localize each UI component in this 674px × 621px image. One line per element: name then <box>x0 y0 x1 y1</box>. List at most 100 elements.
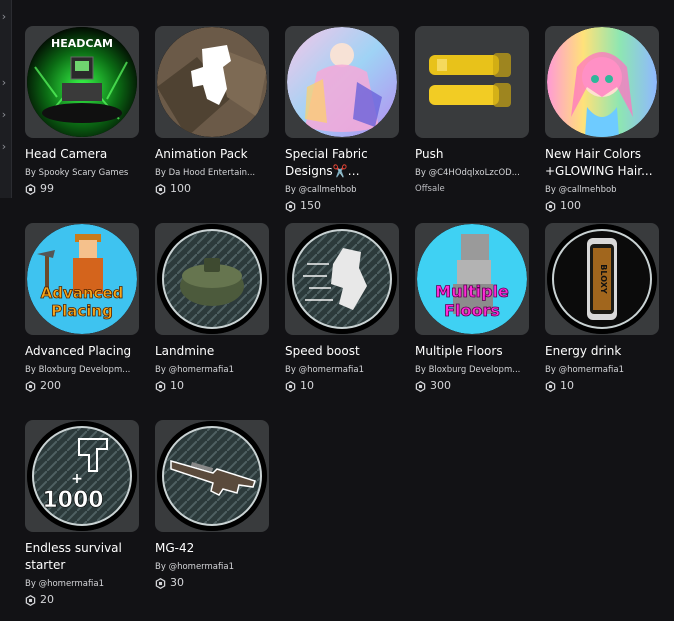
item-card[interactable]: MG-42 By @homermafia1 30 <box>155 420 269 617</box>
creator-link[interactable]: Bloxburg Developm... <box>429 365 521 375</box>
item-card[interactable]: HEADCAM Head Camera By Spooky Scary Game… <box>25 26 139 223</box>
push-hands-icon <box>417 27 527 137</box>
item-thumbnail[interactable] <box>155 26 269 138</box>
chevron-right-icon[interactable]: › <box>0 141 9 152</box>
item-creator: By @homermafia1 <box>285 365 364 375</box>
item-price: 150 <box>285 199 399 213</box>
thumbnail-text: + <box>71 471 83 487</box>
creator-link[interactable]: Bloxburg Developm... <box>39 365 131 375</box>
item-thumbnail[interactable]: Advanced Placing <box>25 223 139 335</box>
item-card[interactable]: Special Fabric Designs✂️ (7,000... By @c… <box>285 26 399 223</box>
thumbnail-text: Placing <box>51 302 113 320</box>
mg42-gun-icon <box>157 421 267 531</box>
creator-link[interactable]: @homermafia1 <box>299 365 364 375</box>
item-card[interactable]: BLOXY Energy drink By @homermafia1 10 <box>545 223 659 420</box>
speed-boost-icon <box>287 224 397 334</box>
creator-link[interactable]: @homermafia1 <box>39 579 104 589</box>
item-thumbnail[interactable]: Multiple Floors <box>415 223 529 335</box>
item-card[interactable]: + 1000 Endless survival starter By @home… <box>25 420 139 617</box>
item-name[interactable]: Landmine <box>155 343 269 360</box>
offsale-label: Offsale <box>415 184 445 194</box>
chevron-right-icon[interactable]: › <box>0 77 9 88</box>
chevron-right-icon[interactable]: › <box>0 109 9 120</box>
robux-icon <box>25 380 36 392</box>
item-price: 20 <box>25 593 139 607</box>
gamepass-grid: HEADCAM Head Camera By Spooky Scary Game… <box>25 26 659 617</box>
multiple-floors-icon: Multiple Floors <box>417 224 527 334</box>
item-card[interactable]: Animation Pack By Da Hood Entertain... 1… <box>155 26 269 223</box>
item-price: 300 <box>415 379 529 393</box>
item-price: 30 <box>155 576 269 590</box>
item-price: 10 <box>285 379 399 393</box>
robux-icon <box>155 183 166 195</box>
head-camera-icon: HEADCAM <box>27 27 137 137</box>
creator-link[interactable]: @C4HOdqlxoLzcOD... <box>429 168 520 178</box>
creator-link[interactable]: Spooky Scary Games <box>39 168 129 178</box>
robux-icon <box>155 380 166 392</box>
item-name[interactable]: Animation Pack <box>155 146 269 163</box>
left-sidebar-rail: › › › › <box>0 0 12 198</box>
robux-icon <box>545 380 556 392</box>
item-name[interactable]: Push <box>415 146 529 163</box>
item-name[interactable]: Head Camera <box>25 146 139 163</box>
creator-link[interactable]: @callmehbob <box>299 185 357 195</box>
item-thumbnail[interactable] <box>415 26 529 138</box>
thumbnail-text: Multiple <box>435 282 509 301</box>
advanced-placing-icon: Advanced Placing <box>27 224 137 334</box>
item-thumbnail[interactable]: HEADCAM <box>25 26 139 138</box>
item-name[interactable]: Endless survival starter <box>25 540 139 574</box>
item-creator: By @homermafia1 <box>25 579 104 589</box>
creator-link[interactable]: @homermafia1 <box>559 365 624 375</box>
endless-survival-icon: + 1000 <box>27 421 137 531</box>
item-creator: By Da Hood Entertain... <box>155 168 256 178</box>
creator-link[interactable]: @callmehbob <box>559 185 617 195</box>
item-price: 99 <box>25 182 139 196</box>
item-thumbnail[interactable] <box>285 223 399 335</box>
item-price: 100 <box>545 199 659 213</box>
item-name[interactable]: Energy drink <box>545 343 659 360</box>
creator-link[interactable]: @homermafia1 <box>169 365 234 375</box>
item-creator: By @homermafia1 <box>155 562 234 572</box>
item-creator: By @callmehbob <box>285 185 357 195</box>
robux-icon <box>285 200 296 212</box>
robux-icon <box>545 200 556 212</box>
robux-icon <box>285 380 296 392</box>
thumbnail-text: HEADCAM <box>51 37 113 50</box>
item-thumbnail[interactable]: BLOXY <box>545 223 659 335</box>
item-thumbnail[interactable] <box>285 26 399 138</box>
thumbnail-text: BLOXY <box>599 264 608 294</box>
hair-colors-icon <box>547 27 657 137</box>
item-name[interactable]: Special Fabric Designs✂️ (7,000... <box>285 146 399 180</box>
item-name[interactable]: Advanced Placing <box>25 343 139 360</box>
robux-icon <box>155 577 166 589</box>
item-price: 10 <box>155 379 269 393</box>
chevron-right-icon[interactable]: › <box>0 11 9 22</box>
item-name[interactable]: New Hair Colors +GLOWING Hair... <box>545 146 659 180</box>
item-creator: By @homermafia1 <box>545 365 624 375</box>
item-thumbnail[interactable] <box>155 420 269 532</box>
animation-pack-icon <box>157 27 267 137</box>
thumbnail-text: Advanced <box>41 284 124 302</box>
landmine-icon <box>157 224 267 334</box>
creator-link[interactable]: Da Hood Entertain... <box>169 168 256 178</box>
item-card[interactable]: Multiple Floors Multiple Floors By Bloxb… <box>415 223 529 420</box>
item-price: 200 <box>25 379 139 393</box>
item-card[interactable]: Push By @C4HOdqlxoLzcOD... Offsale <box>415 26 529 223</box>
item-creator: By Spooky Scary Games <box>25 168 129 178</box>
item-name[interactable]: Speed boost <box>285 343 399 360</box>
item-thumbnail[interactable] <box>155 223 269 335</box>
item-price: 100 <box>155 182 269 196</box>
item-price: 10 <box>545 379 659 393</box>
item-card[interactable]: Speed boost By @homermafia1 10 <box>285 223 399 420</box>
item-thumbnail[interactable]: + 1000 <box>25 420 139 532</box>
item-card[interactable]: Advanced Placing Advanced Placing By Blo… <box>25 223 139 420</box>
energy-drink-icon: BLOXY <box>547 224 657 334</box>
item-card[interactable]: Landmine By @homermafia1 10 <box>155 223 269 420</box>
item-creator: By @C4HOdqlxoLzcOD... <box>415 168 520 178</box>
creator-link[interactable]: @homermafia1 <box>169 562 234 572</box>
item-creator: By @homermafia1 <box>155 365 234 375</box>
item-thumbnail[interactable] <box>545 26 659 138</box>
item-card[interactable]: New Hair Colors +GLOWING Hair... By @cal… <box>545 26 659 223</box>
item-name[interactable]: MG-42 <box>155 540 269 557</box>
item-name[interactable]: Multiple Floors <box>415 343 529 360</box>
